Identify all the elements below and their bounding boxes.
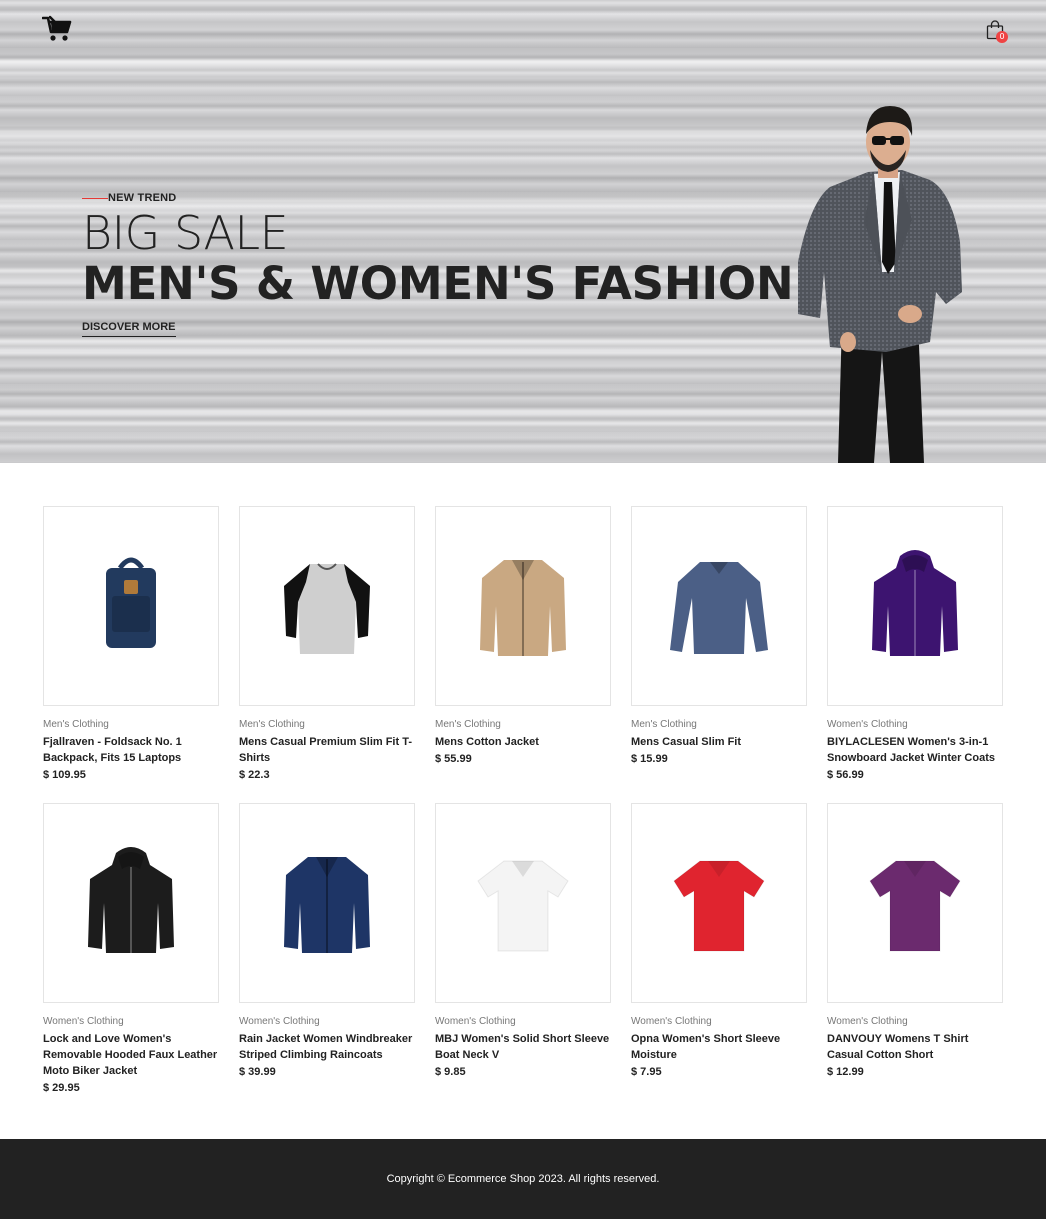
product-title[interactable]: Mens Casual Slim Fit xyxy=(631,734,807,750)
discover-more-link[interactable]: DISCOVER MORE xyxy=(82,321,176,337)
product-price: $ 39.99 xyxy=(239,1066,276,1078)
product-title[interactable]: Fjallraven - Foldsack No. 1 Backpack, Fi… xyxy=(43,734,219,766)
product-image[interactable] xyxy=(435,803,611,1003)
product-price: $ 9.85 xyxy=(435,1066,466,1078)
product-title[interactable]: Mens Casual Premium Slim Fit T-Shirts xyxy=(239,734,415,766)
copyright-text: Copyright © Ecommerce Shop 2023. All rig… xyxy=(386,1173,660,1185)
shopping-cart-icon[interactable] xyxy=(42,15,72,43)
t-shirt-icon xyxy=(869,860,961,952)
eyebrow-text: NEW TREND xyxy=(108,192,177,204)
hero-headline-bold: MEN'S & WOMEN'S FASHION xyxy=(82,257,794,310)
product-image[interactable] xyxy=(435,506,611,706)
product-price: $ 56.99 xyxy=(827,769,864,781)
hero-eyebrow: NEW TREND xyxy=(82,192,176,204)
product-category: Men's Clothing xyxy=(631,719,697,730)
t-shirt-icon xyxy=(673,860,765,952)
product-title[interactable]: Lock and Love Women's Removable Hooded F… xyxy=(43,1031,219,1079)
product-title[interactable]: MBJ Women's Solid Short Sleeve Boat Neck… xyxy=(435,1031,611,1063)
shirt-icon xyxy=(284,563,370,654)
backpack-icon xyxy=(106,557,156,648)
product-card[interactable]: Men's Clothing Mens Cotton Jacket $ 55.9… xyxy=(435,506,611,803)
t-shirt-icon xyxy=(477,860,569,952)
cart-count-badge: 0 xyxy=(996,31,1008,43)
product-price: $ 12.99 xyxy=(827,1066,864,1078)
jacket-icon xyxy=(480,560,566,656)
model-photo xyxy=(798,106,962,463)
product-image[interactable] xyxy=(239,506,415,706)
product-title[interactable]: DANVOUY Womens T Shirt Casual Cotton Sho… xyxy=(827,1031,1003,1063)
product-image[interactable] xyxy=(827,803,1003,1003)
product-price: $ 55.99 xyxy=(435,753,472,765)
product-category: Women's Clothing xyxy=(435,1016,516,1027)
product-card[interactable]: Men's Clothing Mens Casual Premium Slim … xyxy=(239,506,415,803)
product-category: Men's Clothing xyxy=(43,719,109,730)
footer: Copyright © Ecommerce Shop 2023. All rig… xyxy=(0,1139,1046,1219)
product-grid: Men's Clothing Fjallraven - Foldsack No.… xyxy=(43,506,1003,1100)
eyebrow-line xyxy=(82,197,108,199)
product-category: Women's Clothing xyxy=(43,1016,124,1027)
product-category: Women's Clothing xyxy=(827,1016,908,1027)
product-category: Men's Clothing xyxy=(435,719,501,730)
product-image[interactable] xyxy=(631,803,807,1003)
hooded-jacket-icon xyxy=(872,550,958,656)
product-card[interactable]: Women's Clothing Lock and Love Women's R… xyxy=(43,803,219,1100)
product-title[interactable]: Mens Cotton Jacket xyxy=(435,734,611,750)
product-card[interactable]: Women's Clothing MBJ Women's Solid Short… xyxy=(435,803,611,1100)
product-title[interactable]: Rain Jacket Women Windbreaker Striped Cl… xyxy=(239,1031,415,1063)
product-price: $ 29.95 xyxy=(43,1082,80,1094)
product-price: $ 7.95 xyxy=(631,1066,662,1078)
product-category: Men's Clothing xyxy=(239,719,305,730)
product-image[interactable] xyxy=(239,803,415,1003)
product-category: Women's Clothing xyxy=(631,1016,712,1027)
product-image[interactable] xyxy=(631,506,807,706)
product-image[interactable] xyxy=(43,803,219,1003)
product-image[interactable] xyxy=(827,506,1003,706)
product-title[interactable]: Opna Women's Short Sleeve Moisture xyxy=(631,1031,807,1063)
product-category: Women's Clothing xyxy=(827,719,908,730)
product-category: Women's Clothing xyxy=(239,1016,320,1027)
product-card[interactable]: Women's Clothing BIYLACLESEN Women's 3-i… xyxy=(827,506,1003,803)
hero-banner: 0 NEW TREND BIG SALE MEN'S & WOMEN'S FAS… xyxy=(0,0,1046,463)
hero-headline-light: BIG SALE xyxy=(82,206,289,260)
rain-jacket-icon xyxy=(284,857,370,953)
product-card[interactable]: Men's Clothing Fjallraven - Foldsack No.… xyxy=(43,506,219,803)
product-card[interactable]: Women's Clothing Opna Women's Short Slee… xyxy=(631,803,807,1100)
product-price: $ 15.99 xyxy=(631,753,668,765)
product-price: $ 22.3 xyxy=(239,769,270,781)
leather-jacket-icon xyxy=(88,847,174,953)
product-card[interactable]: Women's Clothing DANVOUY Womens T Shirt … xyxy=(827,803,1003,1100)
product-title[interactable]: BIYLACLESEN Women's 3-in-1 Snowboard Jac… xyxy=(827,734,1003,766)
product-card[interactable]: Men's Clothing Mens Casual Slim Fit $ 15… xyxy=(631,506,807,803)
product-image[interactable] xyxy=(43,506,219,706)
product-price: $ 109.95 xyxy=(43,769,86,781)
product-card[interactable]: Women's Clothing Rain Jacket Women Windb… xyxy=(239,803,415,1100)
long-sleeve-shirt-icon xyxy=(670,562,768,654)
